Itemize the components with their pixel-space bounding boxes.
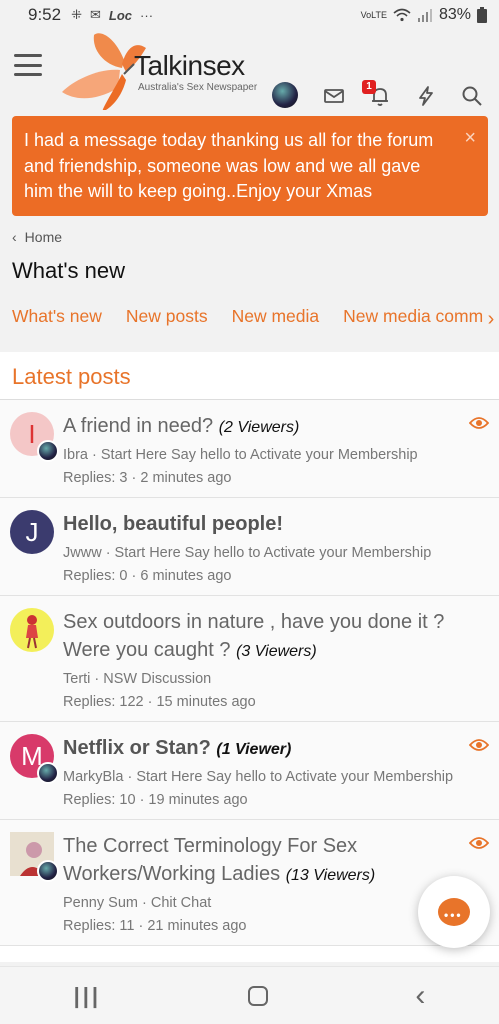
- globe-badge-icon: [37, 440, 59, 462]
- battery-icon: [477, 7, 487, 23]
- thread-row[interactable]: M Netflix or Stan? (1 Viewer) MarkyBla ·…: [0, 722, 499, 820]
- battery-percent: 83%: [438, 6, 471, 23]
- thread-title[interactable]: Netflix or Stan?: [63, 737, 211, 759]
- globe-badge-icon: [37, 762, 59, 784]
- thread-title[interactable]: A friend in need?: [63, 415, 213, 437]
- chat-dots: •••: [444, 908, 463, 922]
- tab-new-media[interactable]: New media: [220, 306, 332, 336]
- site-header: Talkinsex Australia's Sex Newspaper 1: [0, 30, 499, 116]
- status-time: 9:52: [28, 5, 62, 24]
- tab-new-posts[interactable]: New posts: [114, 306, 220, 336]
- tab-whats-new[interactable]: What's new: [0, 306, 114, 336]
- loc-icon: Loc: [108, 7, 133, 23]
- eye-icon: [469, 837, 489, 849]
- thread-row[interactable]: I A friend in need? (2 Viewers) Ibra · S…: [0, 400, 499, 498]
- back-icon[interactable]: ‹: [415, 979, 425, 1013]
- thread-meta[interactable]: Penny Sum · Chit Chat: [63, 892, 455, 914]
- envelope-icon[interactable]: [322, 84, 346, 108]
- globe-badge-icon: [37, 860, 59, 882]
- user-avatar[interactable]: [272, 82, 298, 108]
- viewers-count: (1 Viewer): [216, 741, 292, 758]
- grid-icon: ⁜: [71, 7, 82, 22]
- tabs-scroll-arrow[interactable]: ›: [483, 304, 499, 334]
- menu-icon[interactable]: [14, 54, 42, 76]
- breadcrumb: ‹ Home: [12, 229, 62, 245]
- thread-meta[interactable]: Ibra · Start Here Say hello to Activate …: [63, 444, 455, 466]
- thread-meta[interactable]: Jwww · Start Here Say hello to Activate …: [63, 542, 455, 564]
- network-label: VoLTE: [360, 9, 387, 20]
- status-bar: 9:52 ⁜ ✉ Loc ··· VoLTE 83%: [0, 0, 499, 30]
- tab-new-media-comments[interactable]: New media comments: [331, 306, 499, 336]
- home-icon[interactable]: [248, 985, 269, 1006]
- site-tagline: Australia's Sex Newspaper: [138, 82, 258, 93]
- close-icon[interactable]: ×: [464, 126, 476, 152]
- thread-title[interactable]: Hello, beautiful people!: [63, 513, 283, 535]
- thread-meta[interactable]: MarkyBla · Start Here Say hello to Activ…: [63, 766, 455, 788]
- thread-replies: Replies: 10 · 19 minutes ago: [63, 792, 248, 808]
- thread-row[interactable]: J Hello, beautiful people! Jwww · Start …: [0, 498, 499, 596]
- site-brand[interactable]: Talkinsex: [134, 50, 245, 82]
- chat-button[interactable]: •••: [418, 876, 490, 948]
- notice-text: I had a message today thanking us all fo…: [24, 130, 434, 201]
- viewers-count: (3 Viewers): [236, 643, 317, 660]
- pinup-avatar-icon: [26, 615, 38, 649]
- tab-bar: What's new New posts New media New media…: [0, 306, 499, 336]
- eye-icon: [469, 417, 489, 429]
- system-nav-bar: ||| ‹: [0, 966, 499, 1024]
- section-title: Latest posts: [0, 352, 499, 400]
- avatar[interactable]: J: [10, 510, 54, 554]
- more-dots-icon: ···: [140, 7, 154, 23]
- bolt-icon[interactable]: [414, 84, 438, 108]
- thread-meta[interactable]: Terti · NSW Discussion: [63, 668, 455, 690]
- chevron-left-icon: ‹: [12, 229, 17, 245]
- breadcrumb-home[interactable]: Home: [25, 229, 62, 245]
- notice-banner: I had a message today thanking us all fo…: [12, 116, 488, 216]
- eye-icon: [469, 739, 489, 751]
- viewers-count: (2 Viewers): [218, 419, 300, 436]
- recent-apps-icon[interactable]: |||: [74, 983, 101, 1009]
- thread-replies: Replies: 3 · 2 minutes ago: [63, 470, 232, 486]
- search-icon[interactable]: [460, 84, 484, 108]
- avatar[interactable]: [10, 608, 54, 652]
- alerts-badge: 1: [362, 80, 376, 94]
- thread-row[interactable]: Sex outdoors in nature , have you done i…: [0, 596, 499, 722]
- thread-replies: Replies: 0 · 6 minutes ago: [63, 568, 232, 584]
- viewers-count: (13 Viewers): [285, 867, 376, 884]
- mail-icon: ✉: [90, 7, 101, 22]
- page-title: What's new: [12, 258, 126, 283]
- latest-posts-section: Latest posts I A friend in need? (2 View…: [0, 352, 499, 962]
- signal-icon: [417, 9, 432, 22]
- wifi-icon: [393, 8, 411, 22]
- thread-replies: Replies: 122 · 15 minutes ago: [63, 694, 256, 710]
- thread-replies: Replies: 11 · 21 minutes ago: [63, 918, 247, 934]
